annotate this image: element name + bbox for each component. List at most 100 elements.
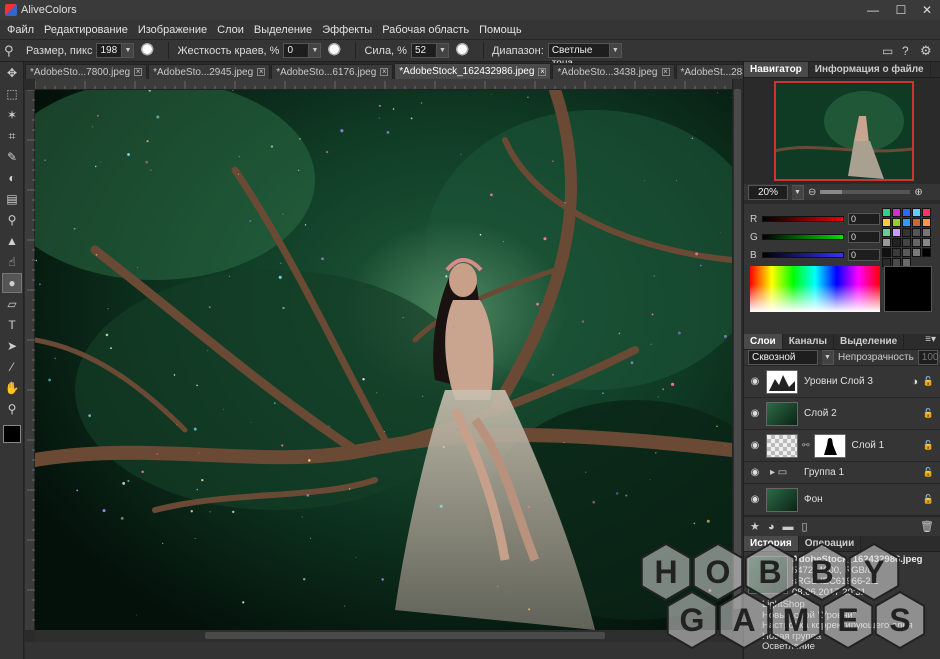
size-input[interactable]: 198 [96, 43, 123, 58]
color-swatch[interactable] [902, 208, 911, 217]
range-dropdown-icon[interactable]: ▼ [609, 43, 622, 58]
history-item[interactable]: Осветление [762, 641, 940, 653]
color-swatch[interactable] [912, 218, 921, 227]
tab-close-icon[interactable]: × [257, 68, 266, 76]
lock-icon[interactable]: 🔓 [923, 440, 934, 451]
settings-gear-icon[interactable]: ⚙ [920, 43, 932, 59]
image-canvas[interactable] [35, 90, 732, 630]
b-slider[interactable] [762, 252, 844, 258]
hardness-dropdown-icon[interactable]: ▼ [309, 43, 322, 58]
zoom-icon[interactable]: ⚲ [2, 399, 22, 419]
move-icon[interactable]: ✥ [2, 63, 22, 83]
zoom-dropdown-icon[interactable]: ▼ [792, 184, 804, 200]
mask-thumbnail[interactable] [813, 433, 846, 458]
color-swatch[interactable] [912, 248, 921, 257]
g-value[interactable]: 0 [848, 231, 880, 243]
vertical-scrollbar[interactable] [732, 79, 742, 642]
tab-close-icon[interactable]: × [661, 68, 670, 76]
blend-dropdown-icon[interactable]: ▼ [822, 350, 834, 365]
menu-edit[interactable]: Редактирование [39, 24, 133, 36]
menu-file[interactable]: Файл [2, 24, 39, 36]
color-swatch[interactable] [892, 248, 901, 257]
tab-file-info[interactable]: Информация о файле [809, 62, 931, 77]
opacity-input[interactable]: 100 [917, 350, 938, 365]
magic-wand-icon[interactable]: ✶ [2, 105, 22, 125]
layer-row[interactable]: ◉ ▸ ▭ Группа 1 🔓 [744, 462, 940, 484]
color-spectrum[interactable] [750, 266, 880, 312]
zoom-input[interactable]: 20% [748, 184, 788, 200]
tab-layers[interactable]: Слои [744, 334, 783, 349]
color-swatch[interactable] [902, 218, 911, 227]
maximize-button[interactable]: ☐ [890, 2, 912, 18]
color-swatch[interactable] [912, 228, 921, 237]
visibility-eye-icon[interactable]: ◉ [748, 494, 762, 505]
color-swatch[interactable] [882, 238, 891, 247]
visibility-eye-icon[interactable]: ◉ [748, 376, 762, 387]
minimize-button[interactable]: — [862, 2, 884, 18]
menu-selection[interactable]: Выделение [249, 24, 317, 36]
color-swatch[interactable] [922, 248, 931, 257]
zoom-out-icon[interactable]: ⊖ [808, 187, 816, 198]
document-tab[interactable]: *AdobeSto...2945.jpeg × [148, 64, 271, 79]
dodge-icon[interactable]: ● [2, 273, 22, 293]
group-folder-icon[interactable]: ▸ ▭ [770, 467, 798, 478]
color-swatch[interactable] [902, 238, 911, 247]
tab-selection[interactable]: Выделение [834, 334, 905, 349]
marquee-icon[interactable]: ⬚ [2, 84, 22, 104]
history-item[interactable]: LightShop [762, 599, 940, 611]
color-swatch[interactable] [922, 218, 931, 227]
visibility-eye-icon[interactable]: ◉ [748, 440, 762, 451]
eyedropper-icon[interactable]: ⁄ [2, 357, 22, 377]
color-swatch[interactable] [882, 208, 891, 217]
color-swatch[interactable] [882, 228, 891, 237]
help-icon[interactable]: ? [902, 44, 909, 58]
document-tab[interactable]: *AdobeSto...6176.jpeg × [271, 64, 394, 79]
navigator-preview[interactable] [744, 78, 940, 184]
tab-close-icon[interactable]: × [380, 68, 389, 76]
current-color-swatch[interactable] [884, 266, 932, 312]
menu-layers[interactable]: Слои [212, 24, 249, 36]
tab-close-icon[interactable]: × [134, 68, 143, 76]
visibility-eye-icon[interactable]: ◉ [748, 467, 762, 478]
lock-icon[interactable]: 🔓 [923, 494, 934, 505]
hardness-input[interactable]: 0 [283, 43, 310, 58]
hand-icon[interactable]: ✋ [2, 378, 22, 398]
history-item[interactable]: Настройка корректирующего слоя [762, 620, 940, 632]
menu-help[interactable]: Помощь [474, 24, 527, 36]
r-value[interactable]: 0 [848, 213, 880, 225]
close-button[interactable]: ✕ [916, 2, 938, 18]
lock-icon[interactable]: 🔓 [923, 408, 934, 419]
color-swatch[interactable] [922, 238, 931, 247]
tab-history[interactable]: История [744, 536, 799, 551]
strength-dropdown-icon[interactable]: ▼ [436, 43, 449, 58]
folder-icon[interactable]: ▬ [783, 521, 794, 533]
color-swatch[interactable] [902, 228, 911, 237]
lock-icon[interactable]: 🔓 [923, 376, 934, 387]
adjustment-icon[interactable]: ◑ [911, 376, 918, 388]
mask-icon[interactable]: ◕ [768, 521, 775, 533]
visibility-eye-icon[interactable]: ◉ [748, 408, 762, 419]
crop-icon[interactable]: ⌗ [2, 126, 22, 146]
color-swatch[interactable] [882, 248, 891, 257]
text-icon[interactable]: T [2, 315, 22, 335]
gradient-icon[interactable]: ▤ [2, 189, 22, 209]
zoom-slider[interactable] [820, 190, 911, 194]
color-swatch[interactable] [882, 218, 891, 227]
r-slider[interactable] [762, 216, 844, 222]
eraser-icon[interactable]: ▱ [2, 294, 22, 314]
stamp-icon[interactable]: ▲ [2, 231, 22, 251]
foreground-color-swatch[interactable] [3, 425, 21, 443]
size-dropdown-icon[interactable]: ▼ [122, 43, 135, 58]
horizontal-scrollbar[interactable] [35, 630, 732, 642]
strength-brush-icon[interactable] [454, 41, 473, 60]
layer-row[interactable]: ◉ Уровни Слой 3 ◑ 🔓 [744, 366, 940, 398]
color-swatch[interactable] [892, 218, 901, 227]
menu-image[interactable]: Изображение [133, 24, 212, 36]
document-tab[interactable]: *AdobeSto...7800.jpeg × [25, 64, 148, 79]
strength-input[interactable]: 52 [410, 43, 437, 58]
color-swatch[interactable] [902, 248, 911, 257]
clone-icon[interactable]: ⚲ [2, 210, 22, 230]
chat-icon[interactable]: ▭ [882, 44, 893, 58]
blend-mode-select[interactable]: Сквозной [748, 350, 818, 365]
pointer-icon[interactable]: ➤ [2, 336, 22, 356]
